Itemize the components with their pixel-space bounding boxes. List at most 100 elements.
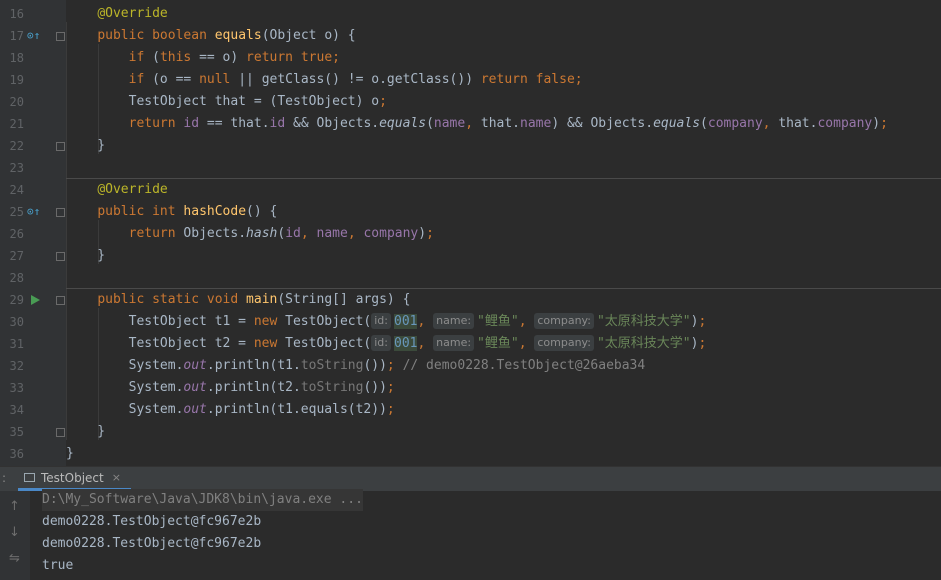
code-token: System. xyxy=(66,402,184,417)
code-token: ()) xyxy=(363,358,387,373)
code-line[interactable]: 31 TestObject t2 = new TestObject(id: 001… xyxy=(0,333,941,355)
override-method-icon[interactable]: ⊙↑ xyxy=(27,201,40,223)
code-token: (Object o) { xyxy=(261,28,356,43)
code-line[interactable]: 26 return Objects.hash(id, name, company… xyxy=(0,223,941,245)
code-text: if (this == o) return true; xyxy=(66,47,340,69)
fold-marker-icon[interactable] xyxy=(56,142,65,151)
code-token: company xyxy=(707,116,763,131)
parameter-hint: id: xyxy=(371,313,391,329)
code-text: return Objects.hash(id, name, company); xyxy=(66,223,434,245)
code-token: ( xyxy=(426,116,434,131)
code-line[interactable]: 27 } xyxy=(0,245,941,267)
code-token: TestObject( xyxy=(285,314,372,329)
fold-marker-icon[interactable] xyxy=(56,252,65,261)
line-number: 21 xyxy=(9,117,24,131)
code-line[interactable]: 30 TestObject t1 = new TestObject(id: 001… xyxy=(0,311,941,333)
code-line[interactable]: 17 ⊙↑ public boolean equals(Object o) { xyxy=(0,25,941,47)
code-line[interactable]: 16 @Override xyxy=(0,3,941,25)
console-output-line: true xyxy=(42,558,74,573)
code-token: int xyxy=(152,204,184,219)
code-line[interactable]: 34 System.out.println(t1.equals(t2)); xyxy=(0,399,941,421)
line-number: 29 xyxy=(9,293,24,307)
code-text: TestObject t1 = new TestObject(id: 001, n… xyxy=(66,311,706,333)
code-line[interactable]: 19 if (o == null || getClass() != o.getC… xyxy=(0,69,941,91)
code-line[interactable]: 28 xyxy=(0,267,941,289)
code-text: public int hashCode() { xyxy=(66,201,277,223)
code-line[interactable]: 29 public static void main(String[] args… xyxy=(0,289,941,311)
code-token: ; xyxy=(386,380,395,395)
console-icon xyxy=(24,473,35,482)
line-number: 30 xyxy=(9,315,24,329)
code-token: System. xyxy=(66,358,184,373)
code-line[interactable]: 21 return id == that.id && Objects.equal… xyxy=(0,113,941,135)
panel-menu-colon[interactable]: : xyxy=(2,471,6,485)
line-number: 24 xyxy=(9,183,24,197)
override-method-icon[interactable]: ⊙↑ xyxy=(27,25,40,47)
parameter-hint: name: xyxy=(433,335,475,351)
close-icon[interactable]: × xyxy=(112,471,121,484)
code-line[interactable]: 22 } xyxy=(0,135,941,157)
fold-marker-icon[interactable] xyxy=(56,32,65,41)
line-number: 31 xyxy=(9,337,24,351)
code-line[interactable]: 24 @Override xyxy=(0,179,941,201)
code-token: company xyxy=(363,226,419,241)
code-token: && Objects. xyxy=(285,116,380,131)
fold-marker-icon[interactable] xyxy=(56,296,65,305)
code-token: that. xyxy=(778,116,818,131)
code-text: if (o == null || getClass() != o.getClas… xyxy=(66,69,583,91)
code-line[interactable]: 32 System.out.println(t1.toString()); //… xyxy=(0,355,941,377)
code-token: , xyxy=(465,116,481,131)
code-line[interactable]: 36} xyxy=(0,443,941,465)
code-token: toString xyxy=(300,358,364,373)
run-tab-bar: : TestObject × xyxy=(0,467,941,491)
code-line[interactable]: 20 TestObject that = (TestObject) o; xyxy=(0,91,941,113)
fold-marker-icon[interactable] xyxy=(56,428,65,437)
code-token: TestObject( xyxy=(285,336,372,351)
arrow-up-icon[interactable]: ↑ xyxy=(9,499,20,514)
code-token: } xyxy=(66,446,74,461)
code-editor[interactable]: 16 @Override 17 ⊙↑ public boolean equals(O… xyxy=(0,0,941,466)
code-token: hash xyxy=(246,226,278,241)
code-token: , xyxy=(300,226,317,241)
fold-marker-icon[interactable] xyxy=(56,208,65,217)
code-token: TestObject t2 = xyxy=(66,336,254,351)
line-number: 17 xyxy=(9,29,24,43)
code-token: Objects. xyxy=(183,226,247,241)
code-token: ) && Objects. xyxy=(551,116,654,131)
parameter-hint: company: xyxy=(534,313,594,329)
code-text: System.out.println(t2.toString()); xyxy=(66,377,395,399)
code-token: "太原科技大学" xyxy=(596,336,691,351)
line-number: 23 xyxy=(9,161,24,175)
code-line[interactable]: 35 } xyxy=(0,421,941,443)
run-main-icon[interactable] xyxy=(31,295,40,305)
code-token: new xyxy=(253,336,286,351)
code-token: @Override xyxy=(97,6,168,21)
code-token: ; xyxy=(386,402,395,417)
code-token: "鲤鱼" xyxy=(477,314,519,329)
code-text: } xyxy=(66,135,105,157)
arrow-down-icon[interactable]: ↓ xyxy=(9,525,20,540)
code-token: ; xyxy=(880,116,888,131)
parameter-hint: id: xyxy=(371,335,391,351)
run-side-toolbar: ↑ ↓ ⇋ xyxy=(0,491,30,580)
code-line[interactable]: 25 ⊙↑ public int hashCode() { xyxy=(0,201,941,223)
code-token: , xyxy=(347,226,364,241)
tab-testobject[interactable]: TestObject × xyxy=(18,467,131,491)
code-token: "鲤鱼" xyxy=(477,336,519,351)
code-token: public xyxy=(97,28,153,43)
code-token: id xyxy=(183,116,200,131)
code-line[interactable]: 18 if (this == o) return true; xyxy=(0,47,941,69)
code-token: (String[] args) { xyxy=(277,292,411,307)
code-line[interactable]: 23 xyxy=(0,157,941,179)
code-text: public static void main(String[] args) { xyxy=(66,289,410,311)
code-line[interactable]: 33 System.out.println(t2.toString()); xyxy=(0,377,941,399)
run-tool-window[interactable]: : TestObject × ↑ ↓ ⇋ D:\My_Software\Java… xyxy=(0,466,941,580)
code-token: hashCode xyxy=(183,204,247,219)
soft-wrap-icon[interactable]: ⇋ xyxy=(9,551,20,566)
line-number: 18 xyxy=(9,51,24,65)
code-token: boolean xyxy=(152,28,215,43)
